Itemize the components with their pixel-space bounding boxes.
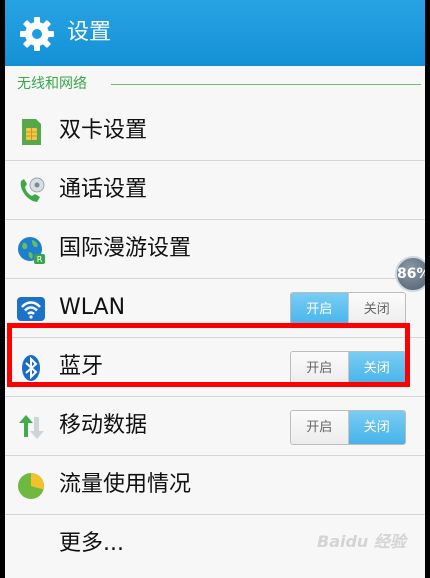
watermark: Baidu 经验 (317, 532, 406, 551)
section-divider (111, 84, 421, 85)
mobile-data-toggle[interactable]: 开启 关闭 (290, 410, 406, 445)
settings-item-label: 双卡设置 (59, 118, 148, 143)
wlan-on-option[interactable]: 开启 (291, 293, 348, 326)
settings-item-label: WLAN (59, 295, 126, 320)
wlan-toggle[interactable]: 开启 关闭 (290, 292, 406, 327)
settings-item-data-usage[interactable]: 流量使用情况 (5, 456, 425, 515)
settings-item-roaming[interactable]: R 国际漫游设置 (5, 220, 425, 279)
settings-item-label: 通话设置 (59, 177, 148, 202)
settings-item-label: 移动数据 (59, 413, 148, 438)
floating-memory-badge[interactable]: 86% (395, 256, 425, 292)
mobile-data-on-option[interactable]: 开启 (291, 411, 348, 444)
bluetooth-highlight-annotation (7, 323, 410, 387)
page-title: 设置 (67, 20, 112, 45)
settings-item-call[interactable]: 通话设置 (5, 161, 425, 220)
header-bar: 设置 (5, 0, 425, 66)
gear-icon (20, 17, 54, 51)
section-label: 无线和网络 (17, 76, 87, 92)
globe-roaming-icon: R (18, 237, 45, 264)
settings-item-label: 流量使用情况 (59, 472, 192, 497)
wlan-off-option[interactable]: 关闭 (348, 293, 405, 326)
svg-text:R: R (37, 255, 43, 264)
pie-chart-icon (18, 473, 44, 499)
wifi-icon (17, 297, 45, 321)
settings-item-label: 国际漫游设置 (59, 236, 192, 261)
mobile-data-arrows-icon (19, 415, 44, 439)
settings-item-dual-sim[interactable]: 双卡设置 (5, 102, 425, 161)
settings-item-label: 更多... (59, 531, 124, 556)
settings-screen: 设置 无线和网络 双卡设置 通话设置 R 国际漫游设置 WLAN 开启 关闭 蓝… (5, 0, 425, 578)
phone-icon (20, 177, 45, 202)
mobile-data-off-option[interactable]: 关闭 (348, 411, 405, 444)
settings-item-mobile-data[interactable]: 移动数据 开启 关闭 (5, 397, 425, 456)
sim-card-icon (22, 119, 41, 145)
section-header-wireless: 无线和网络 (5, 66, 425, 102)
